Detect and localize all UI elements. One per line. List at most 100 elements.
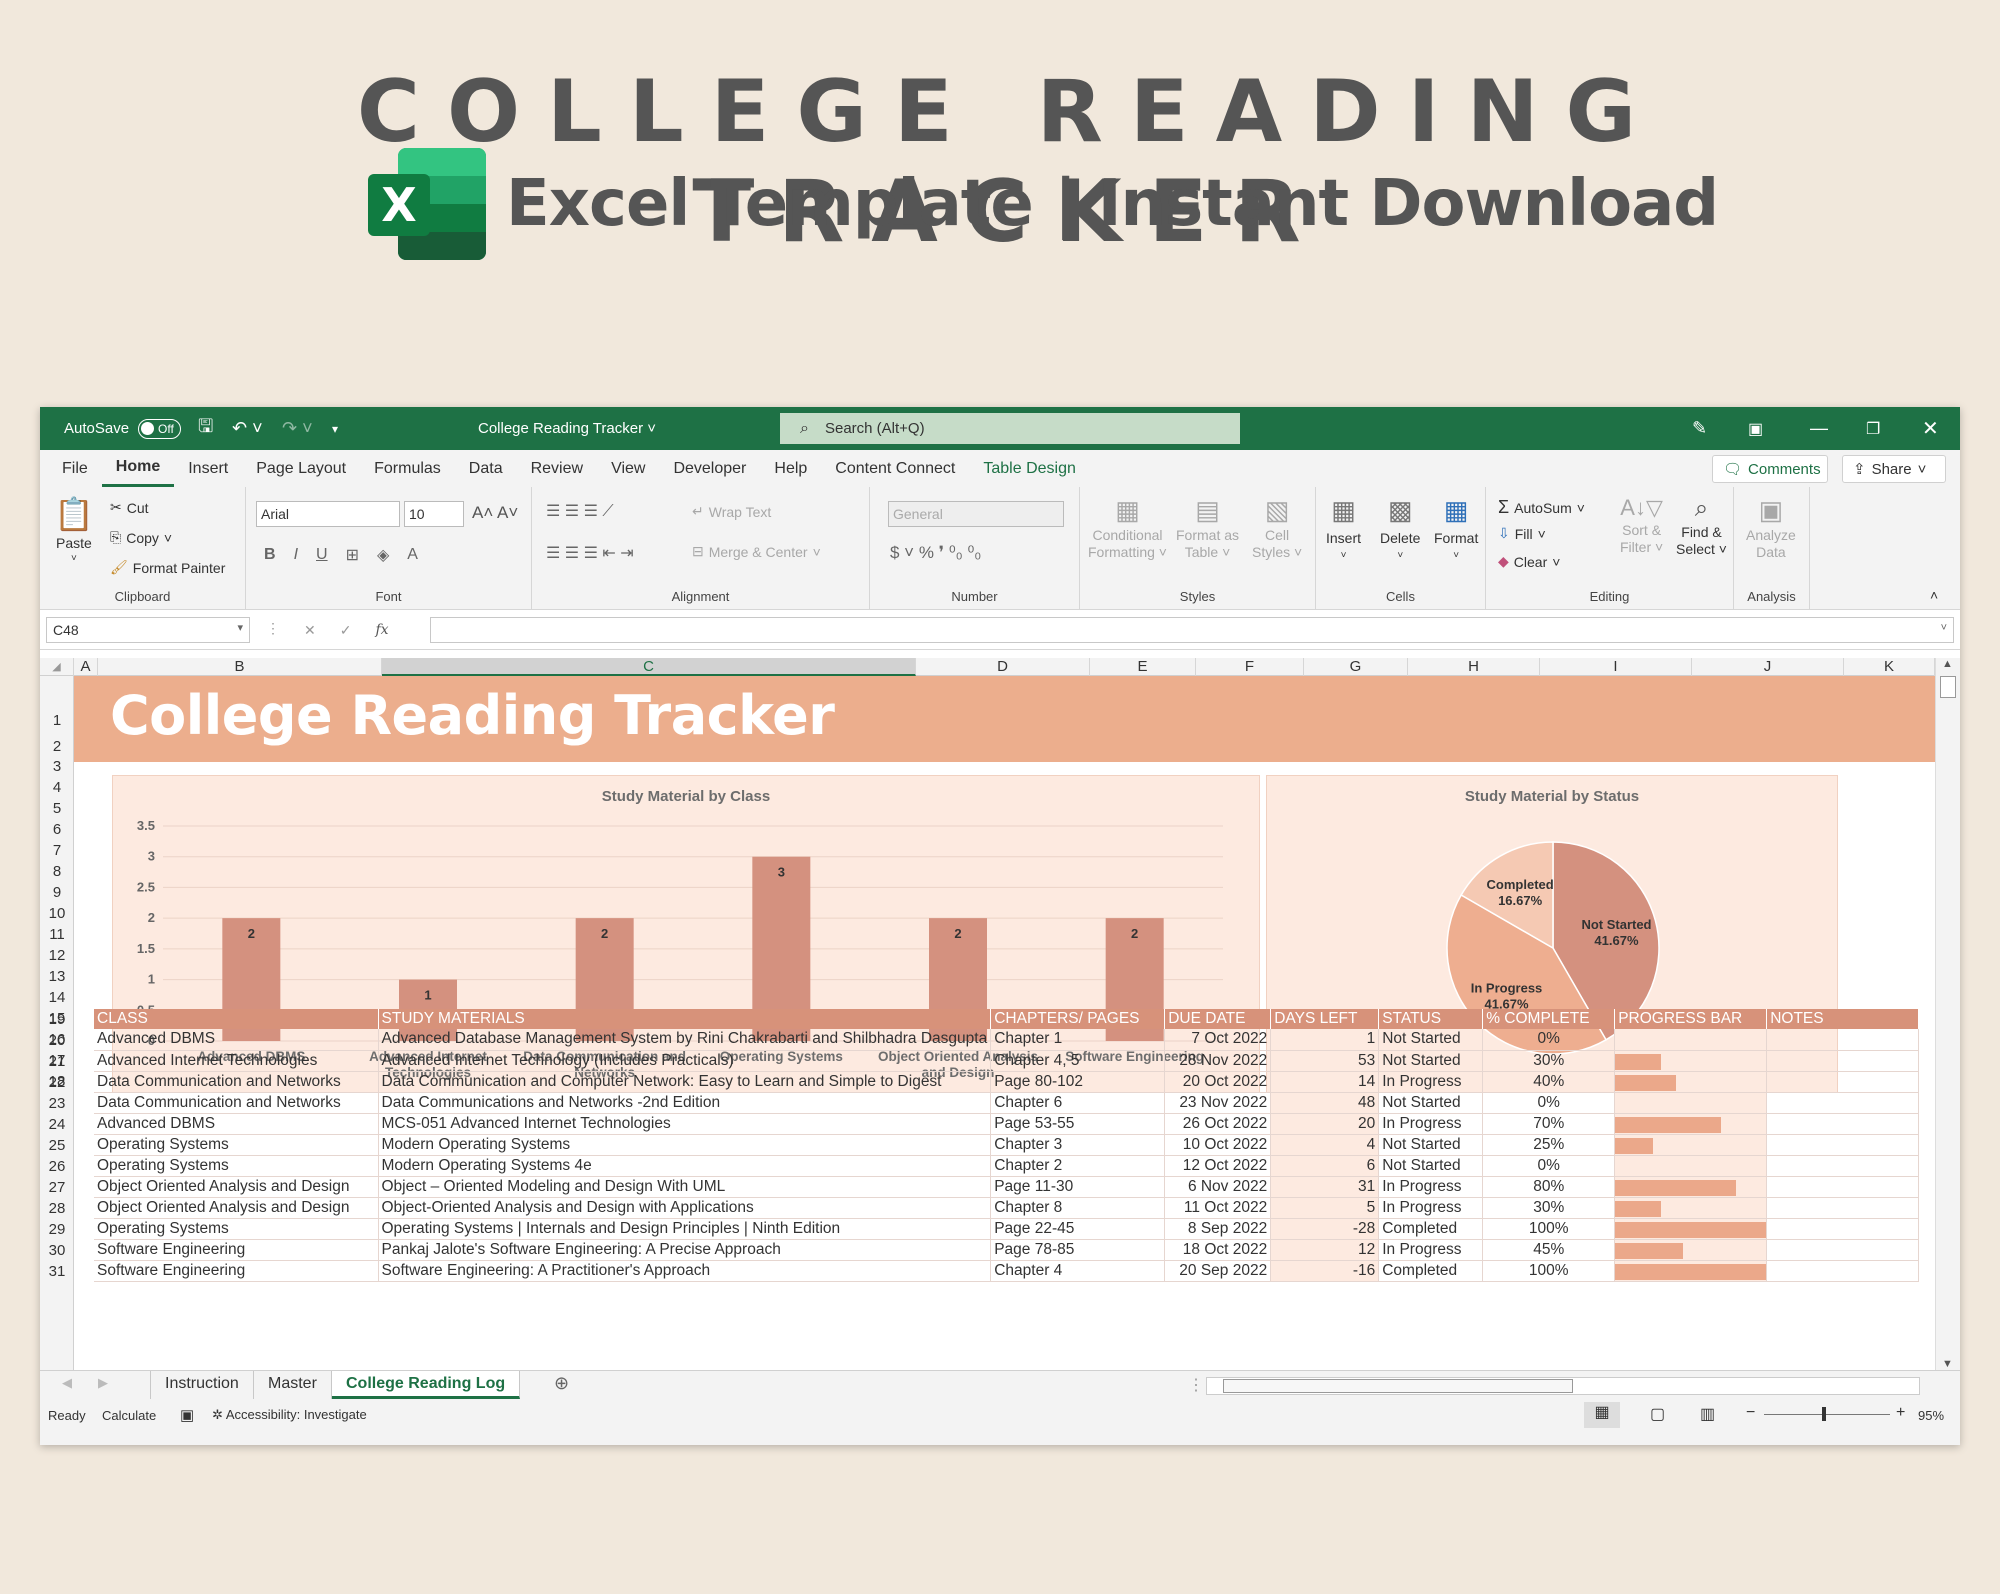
vertical-align-icons[interactable]: ☰ ☰ ☰ ⟋	[546, 501, 614, 521]
cell-chapters[interactable]: Page 11-30	[990, 1176, 1166, 1198]
tab-home[interactable]: Home	[101, 450, 175, 487]
column-header-a[interactable]: A	[74, 658, 98, 676]
tab-view[interactable]: View	[597, 450, 659, 487]
cell-days[interactable]: 53	[1270, 1050, 1380, 1072]
clear-button[interactable]: ◆ Clear ˅	[1498, 553, 1560, 570]
zoom-out-icon[interactable]: −	[1746, 1404, 1755, 1422]
cell-notes[interactable]	[1766, 1113, 1920, 1135]
restore-icon[interactable]: ❐	[1866, 419, 1880, 439]
cell-chapters[interactable]: Page 80-102	[990, 1071, 1166, 1093]
font-color-icon[interactable]: A	[407, 546, 418, 564]
cell-progress-bar[interactable]	[1614, 1113, 1768, 1135]
cell-material[interactable]: Operating Systems | Internals and Design…	[378, 1218, 992, 1240]
cell-class[interactable]: Operating Systems	[94, 1134, 379, 1156]
worksheet-grid[interactable]: College Reading Tracker Study Material b…	[74, 676, 1935, 1370]
column-header-c[interactable]: C	[382, 658, 916, 676]
cell-status[interactable]: In Progress	[1378, 1176, 1484, 1198]
table-row[interactable]: Operating Systems Modern Operating System…	[94, 1134, 1920, 1156]
cell-due[interactable]: 23 Nov 2022	[1164, 1092, 1272, 1114]
horizontal-scroll-thumb[interactable]	[1223, 1379, 1573, 1393]
add-sheet-icon[interactable]: ⊕	[554, 1373, 569, 1394]
table-row[interactable]: Operating Systems Operating Systems | Int…	[94, 1218, 1920, 1240]
row-header[interactable]: 23	[40, 1095, 74, 1112]
row-header[interactable]: 21	[40, 1053, 74, 1070]
accessibility-status[interactable]: ✲ Accessibility: Investigate	[212, 1407, 367, 1423]
table-row[interactable]: Object Oriented Analysis and Design Objec…	[94, 1197, 1920, 1219]
cell-status[interactable]: In Progress	[1378, 1239, 1484, 1261]
cell-due[interactable]: 20 Sep 2022	[1164, 1260, 1272, 1282]
confirm-entry-icon[interactable]: ✓	[340, 622, 352, 639]
cell-status[interactable]: Not Started	[1378, 1134, 1484, 1156]
tab-help[interactable]: Help	[760, 450, 821, 487]
cell-class[interactable]: Operating Systems	[94, 1218, 379, 1240]
row-header[interactable]: 4	[40, 779, 74, 796]
table-row[interactable]: Software Engineering Pankaj Jalote's Soft…	[94, 1239, 1920, 1261]
insert-cells-button[interactable]: ▦ Insert ˅	[1326, 495, 1361, 561]
table-header-cell[interactable]: PROGRESS BAR	[1614, 1009, 1768, 1029]
cell-days[interactable]: 12	[1270, 1239, 1380, 1261]
cell-chapters[interactable]: Chapter 4, 5	[990, 1050, 1166, 1072]
cell-due[interactable]: 12 Oct 2022	[1164, 1155, 1272, 1177]
column-header-i[interactable]: I	[1540, 658, 1692, 676]
cell-pct[interactable]: 80%	[1482, 1176, 1616, 1198]
page-layout-view-icon[interactable]: ▢	[1650, 1404, 1665, 1424]
cell-due[interactable]: 6 Nov 2022	[1164, 1176, 1272, 1198]
cell-styles-button[interactable]: ▧ Cell Styles ˅	[1252, 495, 1302, 560]
insert-function-icon[interactable]: fx	[375, 622, 388, 638]
cell-progress-bar[interactable]	[1614, 1239, 1768, 1261]
share-button[interactable]: ⇪ Share ˅	[1842, 455, 1946, 483]
cell-material[interactable]: Advanced Internet Technology (Includes P…	[378, 1050, 992, 1072]
pen-icon[interactable]: ✎	[1692, 418, 1707, 439]
cell-material[interactable]: Data Communications and Networks -2nd Ed…	[378, 1092, 992, 1114]
cell-class[interactable]: Object Oriented Analysis and Design	[94, 1197, 379, 1219]
table-header-cell[interactable]: STATUS	[1378, 1009, 1484, 1029]
cell-status[interactable]: Not Started	[1378, 1029, 1484, 1051]
sheet-tab-instruction[interactable]: Instruction	[150, 1371, 254, 1399]
row-header[interactable]: 12	[40, 947, 74, 964]
vertical-scroll-thumb[interactable]	[1940, 676, 1956, 698]
horizontal-scrollbar[interactable]	[1206, 1377, 1920, 1395]
cell-days[interactable]: 5	[1270, 1197, 1380, 1219]
tab-page-layout[interactable]: Page Layout	[242, 450, 360, 487]
cell-pct[interactable]: 100%	[1482, 1260, 1616, 1282]
macro-record-icon[interactable]: ▣	[180, 1406, 194, 1424]
status-calculate[interactable]: Calculate	[102, 1408, 156, 1423]
cell-days[interactable]: -28	[1270, 1218, 1380, 1240]
scroll-down-icon[interactable]: ▼	[1942, 1358, 1953, 1370]
cell-progress-bar[interactable]	[1614, 1071, 1768, 1093]
cell-class[interactable]: Software Engineering	[94, 1239, 379, 1261]
row-header[interactable]: 31	[40, 1263, 74, 1280]
cell-status[interactable]: In Progress	[1378, 1113, 1484, 1135]
cell-status[interactable]: In Progress	[1378, 1197, 1484, 1219]
format-painter-button[interactable]: 🖌 Format Painter	[110, 559, 225, 576]
cell-progress-bar[interactable]	[1614, 1260, 1768, 1282]
cell-notes[interactable]	[1766, 1092, 1920, 1114]
cell-days[interactable]: 4	[1270, 1134, 1380, 1156]
cell-pct[interactable]: 70%	[1482, 1113, 1616, 1135]
cell-pct[interactable]: 45%	[1482, 1239, 1616, 1261]
table-header-cell[interactable]: CHAPTERS/ PAGES	[990, 1009, 1166, 1029]
cell-due[interactable]: 26 Oct 2022	[1164, 1113, 1272, 1135]
number-format-select[interactable]: General	[888, 501, 1064, 527]
border-icon[interactable]: ⊞	[346, 545, 359, 565]
cell-due[interactable]: 8 Sep 2022	[1164, 1218, 1272, 1240]
cell-chapters[interactable]: Chapter 2	[990, 1155, 1166, 1177]
cell-days[interactable]: 14	[1270, 1071, 1380, 1093]
cell-days[interactable]: 6	[1270, 1155, 1380, 1177]
cell-days[interactable]: 48	[1270, 1092, 1380, 1114]
cell-status[interactable]: In Progress	[1378, 1071, 1484, 1093]
cut-button[interactable]: ✂ Cut	[110, 499, 149, 516]
table-header-cell[interactable]: DUE DATE	[1164, 1009, 1272, 1029]
cell-progress-bar[interactable]	[1614, 1092, 1768, 1114]
tab-data[interactable]: Data	[455, 450, 517, 487]
horizontal-align-icons[interactable]: ☰ ☰ ☰ ⇤ ⇥	[546, 543, 634, 563]
cell-status[interactable]: Not Started	[1378, 1155, 1484, 1177]
wrap-text-button[interactable]: ↵ Wrap Text	[692, 503, 771, 520]
table-row[interactable]: Object Oriented Analysis and Design Objec…	[94, 1176, 1920, 1198]
cell-notes[interactable]	[1766, 1134, 1920, 1156]
table-row[interactable]: Advanced Internet Technologies Advanced I…	[94, 1050, 1920, 1072]
cell-progress-bar[interactable]	[1614, 1029, 1768, 1051]
cell-due[interactable]: 10 Oct 2022	[1164, 1134, 1272, 1156]
row-header[interactable]: 1	[40, 712, 74, 729]
cell-chapters[interactable]: Page 53-55	[990, 1113, 1166, 1135]
